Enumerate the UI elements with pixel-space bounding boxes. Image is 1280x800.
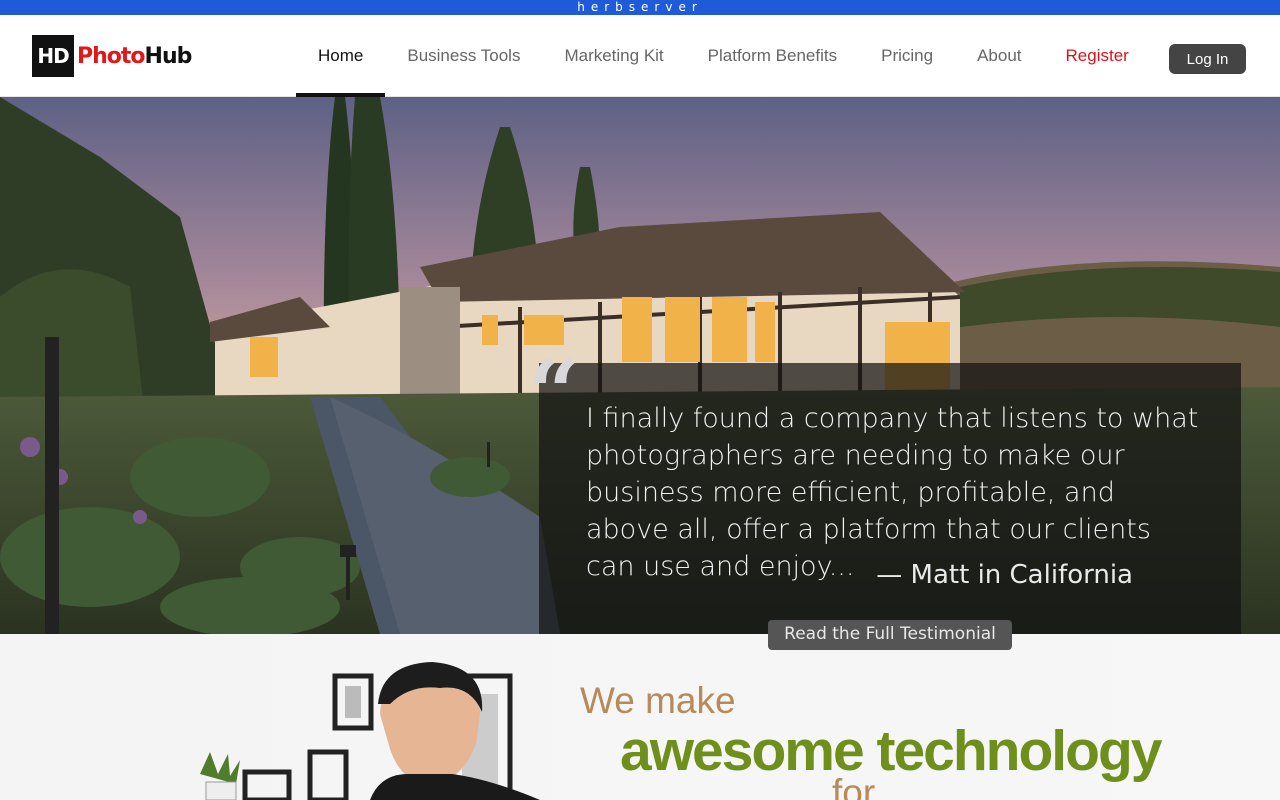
nav-platform-benefits[interactable]: Platform Benefits <box>686 15 859 97</box>
login-button[interactable]: Log In <box>1169 44 1246 74</box>
nav-register[interactable]: Register <box>1044 15 1151 97</box>
nav-business-tools[interactable]: Business Tools <box>385 15 542 97</box>
top-banner: herbserver <box>0 0 1280 15</box>
promo-line-we-make: We make <box>580 680 736 721</box>
nav-about[interactable]: About <box>955 15 1043 97</box>
promo-line-awesome-technology: awesome technology <box>620 719 1162 783</box>
quote-mark-icon: “ <box>528 340 580 446</box>
testimonial-author: — Matt in California <box>876 560 1133 590</box>
read-testimonial-button[interactable]: Read the Full Testimonial <box>768 620 1012 650</box>
nav-pricing[interactable]: Pricing <box>859 15 955 97</box>
main-nav: Home Business Tools Marketing Kit Platfo… <box>296 15 1151 97</box>
logo-hd-mark: HD <box>32 35 74 77</box>
nav-home[interactable]: Home <box>296 15 386 97</box>
promo-section: We make awesome technology for <box>0 634 1280 800</box>
logo-hub-text: Hub <box>144 43 193 69</box>
top-banner-text: herbserver <box>577 0 703 14</box>
site-header: HD Photo Hub Home Business Tools Marketi… <box>0 15 1280 97</box>
testimonial-quote: I finally found a company that listens t… <box>586 403 1199 582</box>
site-logo[interactable]: HD Photo Hub <box>32 35 193 77</box>
promo-line-for: for <box>832 772 876 800</box>
logo-photo-text: Photo <box>77 43 146 69</box>
nav-marketing-kit[interactable]: Marketing Kit <box>542 15 685 97</box>
